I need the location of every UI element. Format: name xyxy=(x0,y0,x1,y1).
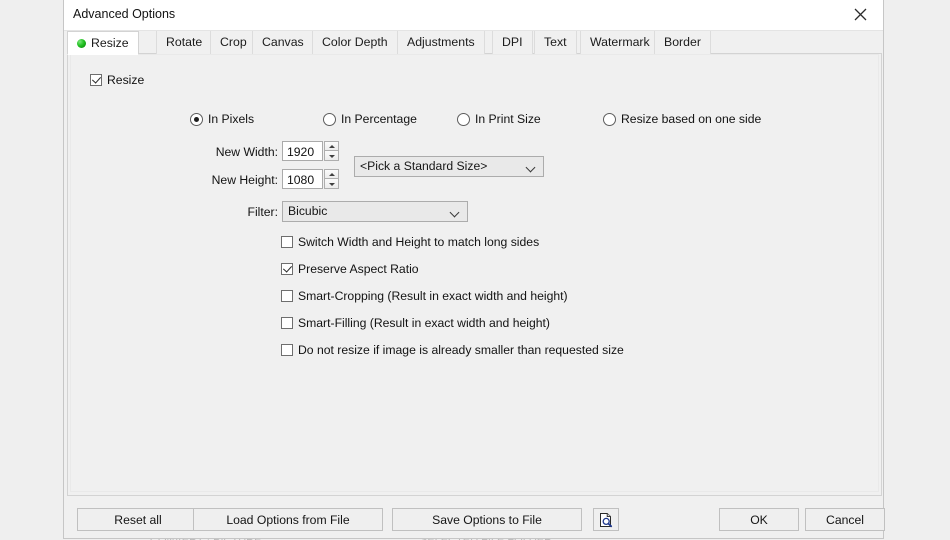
new-width-stepper[interactable] xyxy=(324,141,339,161)
radio-in-print-size-label: In Print Size xyxy=(475,112,541,126)
dialog-titlebar: Advanced Options xyxy=(64,0,883,31)
radio-in-print-size[interactable]: In Print Size xyxy=(457,112,541,126)
filter-value: Bicubic xyxy=(288,204,328,218)
document-preview-icon[interactable] xyxy=(593,508,619,531)
radio-in-pixels[interactable]: In Pixels xyxy=(190,112,254,126)
load-options-from-file-button[interactable]: Load Options from File xyxy=(193,508,383,531)
radio-in-percentage-label: In Percentage xyxy=(341,112,417,126)
switch-width-height-checkbox[interactable]: Switch Width and Height to match long si… xyxy=(281,235,539,249)
tab-resize-label: Resize xyxy=(91,36,129,50)
tab-border[interactable]: Border xyxy=(654,31,711,54)
checkbox-box-icon xyxy=(281,290,293,302)
tab-watermark[interactable]: Watermark xyxy=(580,31,660,54)
tab-color-depth[interactable]: Color Depth xyxy=(312,31,398,54)
do-not-resize-smaller-checkbox[interactable]: Do not resize if image is already smalle… xyxy=(281,343,624,357)
standard-size-value: <Pick a Standard Size> xyxy=(360,159,488,173)
checkbox-box-icon xyxy=(281,236,293,248)
tab-dpi[interactable]: DPI xyxy=(492,31,533,54)
resize-enable-label: Resize xyxy=(107,73,145,87)
radio-circle-icon xyxy=(190,112,203,126)
radio-circle-icon xyxy=(457,112,470,126)
checkbox-box-icon xyxy=(281,317,293,329)
tab-text[interactable]: Text xyxy=(534,31,577,54)
reset-all-button[interactable]: Reset all xyxy=(77,508,199,531)
switch-width-height-label: Switch Width and Height to match long si… xyxy=(298,235,540,249)
new-height-input[interactable]: 1080 xyxy=(282,169,323,189)
standard-size-dropdown[interactable]: <Pick a Standard Size> xyxy=(354,156,544,177)
stepper-down-icon[interactable] xyxy=(324,179,339,189)
radio-in-pixels-label: In Pixels xyxy=(208,112,255,126)
resize-tab-panel: Resize In Pixels In Percentage In Print … xyxy=(67,54,882,496)
resize-enable-checkbox[interactable]: Resize xyxy=(90,73,144,87)
tab-adjustments[interactable]: Adjustments xyxy=(397,31,485,54)
close-icon[interactable] xyxy=(837,0,883,29)
new-width-input[interactable]: 1920 xyxy=(282,141,323,161)
radio-in-percentage[interactable]: In Percentage xyxy=(323,112,417,126)
preserve-aspect-ratio-label: Preserve Aspect Ratio xyxy=(298,262,419,276)
do-not-resize-smaller-label: Do not resize if image is already smalle… xyxy=(298,343,624,357)
tab-resize[interactable]: Resize xyxy=(67,31,139,55)
filter-dropdown[interactable]: Bicubic xyxy=(282,201,468,222)
smart-cropping-label: Smart-Cropping (Result in exact width an… xyxy=(298,289,568,303)
checkbox-box-icon xyxy=(281,344,293,356)
filter-label: Filter: xyxy=(247,205,278,219)
tab-canvas[interactable]: Canvas xyxy=(252,31,314,54)
radio-circle-icon xyxy=(323,112,336,126)
smart-filling-label: Smart-Filling (Result in exact width and… xyxy=(298,316,550,330)
checkbox-box-icon xyxy=(281,263,293,275)
smart-cropping-checkbox[interactable]: Smart-Cropping (Result in exact width an… xyxy=(281,289,568,303)
radio-resize-based-on-one-side[interactable]: Resize based on one side xyxy=(603,112,761,126)
chevron-down-icon xyxy=(527,164,536,170)
stepper-down-icon[interactable] xyxy=(324,151,339,161)
new-height-label: New Height: xyxy=(211,173,278,187)
new-width-label: New Width: xyxy=(215,145,278,159)
ok-button[interactable]: OK xyxy=(719,508,799,531)
advanced-options-dialog: Advanced Options Resize Rotate Crop Canv… xyxy=(63,0,885,539)
dialog-footer: Reset all Load Options from File Save Op… xyxy=(67,500,885,536)
resize-active-indicator-icon xyxy=(77,39,86,48)
checkbox-box-icon xyxy=(90,74,102,86)
tab-crop[interactable]: Crop xyxy=(210,31,257,54)
chevron-down-icon xyxy=(451,209,460,215)
preserve-aspect-ratio-checkbox[interactable]: Preserve Aspect Ratio xyxy=(281,262,419,276)
radio-resize-one-side-label: Resize based on one side xyxy=(621,112,762,126)
tab-strip: Resize Rotate Crop Canvas Color Depth Ad… xyxy=(67,31,882,55)
stepper-up-icon[interactable] xyxy=(324,141,339,151)
save-options-to-file-button[interactable]: Save Options to File xyxy=(392,508,582,531)
smart-filling-checkbox[interactable]: Smart-Filling (Result in exact width and… xyxy=(281,316,550,330)
stepper-up-icon[interactable] xyxy=(324,169,339,179)
radio-circle-icon xyxy=(603,112,616,126)
dialog-title: Advanced Options xyxy=(73,7,176,21)
resize-panel-inner: Resize In Pixels In Percentage In Print … xyxy=(70,54,879,492)
tab-rotate[interactable]: Rotate xyxy=(156,31,213,54)
cancel-button[interactable]: Cancel xyxy=(805,508,885,531)
new-height-stepper[interactable] xyxy=(324,169,339,189)
